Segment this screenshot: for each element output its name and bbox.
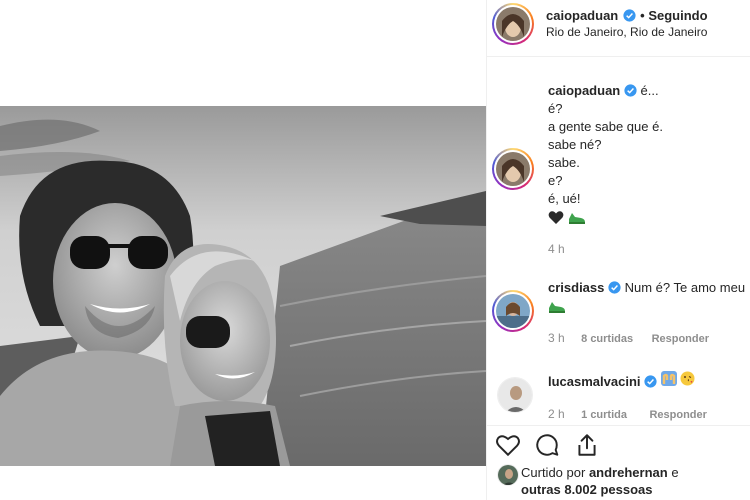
shoe-icon	[568, 213, 585, 224]
photo-pane	[0, 0, 486, 500]
hands-icon	[660, 371, 677, 386]
liker-avatar[interactable]	[497, 464, 519, 486]
post-header: caiopaduan • Seguindo Rio de Janeiro, Ri…	[487, 0, 750, 57]
comment-text: Num é? Te amo meu	[624, 280, 746, 295]
reply-button[interactable]: Responder	[649, 409, 706, 421]
caption-line-2: é?	[548, 101, 563, 116]
liked-by-prefix: Curtido por	[521, 465, 586, 480]
liked-by-others[interactable]: outras 8.002 pessoas	[521, 482, 653, 497]
caption-line-7: é, ué!	[548, 191, 581, 206]
comment-username[interactable]: lucasmalvacini	[548, 374, 641, 389]
verified-icon	[608, 281, 621, 294]
caption-line-5: sabe.	[548, 155, 580, 170]
shoe-icon	[549, 302, 565, 313]
comment-username[interactable]: crisdiass	[548, 280, 604, 295]
black-heart-icon	[548, 211, 564, 224]
heart-icon[interactable]	[495, 432, 521, 458]
comment-crisdiass: crisdiass Num é? Te amo meu 3 h 8 curtid…	[548, 279, 750, 347]
caption-line-4: sabe né?	[548, 137, 602, 152]
comment-likes[interactable]: 8 curtidas	[581, 333, 633, 345]
caption-username[interactable]: caiopaduan	[548, 83, 620, 98]
caption-time[interactable]: 4 h	[548, 242, 748, 256]
post-photo-image	[0, 106, 486, 466]
post-photo[interactable]	[0, 106, 486, 466]
share-icon[interactable]	[574, 432, 600, 458]
reply-button[interactable]: Responder	[652, 333, 709, 345]
verified-icon	[623, 9, 636, 22]
post-location[interactable]: Rio de Janeiro, Rio de Janeiro	[546, 25, 707, 39]
comment-time[interactable]: 2 h	[548, 407, 565, 421]
liked-by-user[interactable]: andrehernan	[589, 465, 668, 480]
comment-likes[interactable]: 1 curtida	[581, 409, 627, 421]
comment-lucasmalvacini: lucasmalvacini 2 h 1 curtida Responder	[548, 371, 750, 423]
caption-avatar[interactable]	[492, 148, 534, 190]
verified-icon	[644, 375, 657, 388]
author-username[interactable]: caiopaduan	[546, 8, 618, 23]
comment-emojis	[548, 299, 750, 319]
comment-time[interactable]: 3 h	[548, 331, 565, 345]
post-actions: Curtido por andrehernan e outras 8.002 p…	[487, 425, 750, 500]
caption-line-3: a gente sabe que é.	[548, 119, 663, 134]
liked-by-joiner: e	[671, 465, 679, 480]
verified-icon	[624, 84, 637, 97]
comment-avatar-crisdiass[interactable]	[492, 290, 534, 332]
caption-line-1: é...	[640, 83, 659, 98]
comment-avatar-lucasmalvacini[interactable]	[497, 377, 533, 413]
caption-block: caiopaduan é... é? a gente sabe que é. s…	[548, 82, 748, 256]
liked-by-text: Curtido por andrehernan e outras 8.002 p…	[521, 464, 679, 498]
caption-line-6: e?	[548, 173, 563, 188]
kiss-emoji-icon	[680, 371, 695, 386]
caption-emojis	[548, 210, 748, 230]
author-avatar[interactable]	[492, 3, 534, 45]
post-side-panel: caiopaduan • Seguindo Rio de Janeiro, Ri…	[487, 0, 750, 500]
follow-state-button[interactable]: Seguindo	[648, 8, 707, 23]
comment-icon[interactable]	[534, 432, 560, 458]
